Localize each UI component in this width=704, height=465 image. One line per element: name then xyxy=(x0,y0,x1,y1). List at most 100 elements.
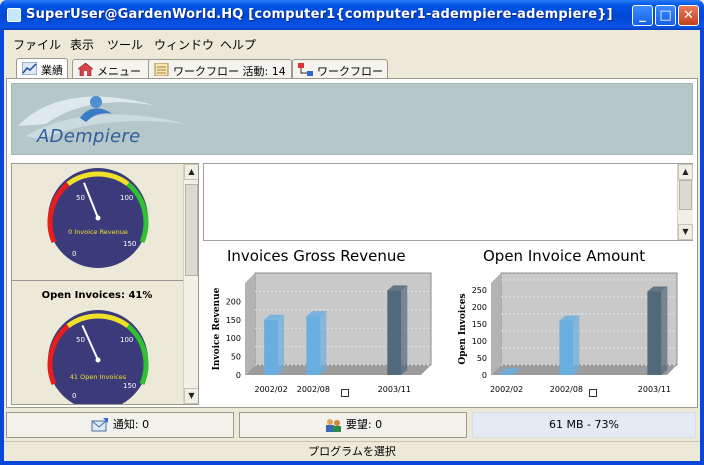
bar-front xyxy=(264,319,279,375)
menu-tools[interactable]: ツール xyxy=(107,36,143,53)
header-banner: ADempiere xyxy=(11,83,693,155)
maximize-button[interactable]: □ xyxy=(655,5,676,26)
y-axis-label: Open Invoices xyxy=(458,293,468,364)
menu-help[interactable]: ヘルプ xyxy=(220,36,256,53)
scroll-up-button[interactable]: ▲ xyxy=(184,164,198,180)
notices-button[interactable]: 通知: 0 xyxy=(6,412,234,438)
gauge-hub xyxy=(95,215,101,221)
app-icon xyxy=(7,8,21,22)
tab-menu-label: メニュー xyxy=(97,65,141,78)
gauge-tick-50: 50 xyxy=(76,194,85,202)
x-tick-label: 2002/02 xyxy=(490,385,523,394)
gauge-tick-150: 150 xyxy=(123,382,136,390)
tab-workflow-activities[interactable]: ワークフロー 活動: 14 xyxy=(148,59,292,79)
gauges-scrollbar[interactable]: ▲ ▼ xyxy=(183,164,198,404)
tab-performance[interactable]: 業績 xyxy=(16,58,68,79)
y-tick-label: 250 xyxy=(472,286,487,295)
x-tick-label: 2002/02 xyxy=(255,385,288,394)
y-tick-label: 50 xyxy=(477,354,487,363)
chart-side-wall xyxy=(491,273,501,375)
bar-front xyxy=(306,316,321,375)
title-bar[interactable]: SuperUser@GardenWorld.HQ [computer1{comp… xyxy=(0,0,704,30)
info-text-area[interactable]: ▲ ▼ xyxy=(203,163,693,241)
y-tick-label: 50 xyxy=(231,353,241,362)
y-tick-label: 200 xyxy=(472,303,487,312)
bar-front xyxy=(559,320,574,375)
gauge-tick-150: 150 xyxy=(123,240,136,248)
gauge-tick-0: 0 xyxy=(72,392,76,400)
chart-title-open-invoices: Open Invoice Amount xyxy=(483,247,646,265)
close-button[interactable]: ✕ xyxy=(678,5,699,26)
bar-side xyxy=(401,285,408,375)
scroll-thumb[interactable] xyxy=(185,184,198,276)
y-axis-label: Invoice Revenue xyxy=(212,287,222,370)
x-tick-label: 2002/08 xyxy=(297,385,330,394)
minimize-button[interactable]: _ xyxy=(632,5,653,26)
bar-side xyxy=(661,286,668,375)
bar-side xyxy=(573,315,580,375)
bar-side xyxy=(320,311,327,375)
tab-workflow-activities-label: ワークフロー 活動: 14 xyxy=(173,65,286,78)
memory-indicator: 61 MB - 73% xyxy=(472,412,696,438)
legend-swatch xyxy=(341,389,349,397)
menu-file[interactable]: ファイル xyxy=(13,36,61,53)
application-window: SuperUser@GardenWorld.HQ [computer1{comp… xyxy=(0,0,704,465)
scroll-down-button[interactable]: ▼ xyxy=(184,388,198,404)
gauge-tick-100: 100 xyxy=(120,194,133,202)
x-tick-label: 2003/11 xyxy=(378,385,411,394)
scroll-down-button[interactable]: ▼ xyxy=(678,224,693,240)
bar-front xyxy=(387,290,402,375)
bar-front xyxy=(647,291,662,375)
chart-title-revenue: Invoices Gross Revenue xyxy=(227,247,406,265)
scroll-thumb[interactable] xyxy=(679,180,692,210)
charts-area: ▲ ▼ Invoices Gross Revenue 0 50 100 150 200 I… xyxy=(203,163,693,397)
gauge-value-label: 0 Invoice Revenue xyxy=(68,228,128,236)
y-tick-label: 0 xyxy=(236,371,241,380)
chart-side-wall xyxy=(245,273,255,375)
y-tick-label: 200 xyxy=(226,297,241,306)
gauge-hub xyxy=(95,357,101,363)
gauge-tick-0: 0 xyxy=(72,250,76,258)
gauges-panel: 50 100 150 0 0 Invoice Revenue Open Invo… xyxy=(11,163,199,405)
notices-label: 通知: 0 xyxy=(112,418,150,431)
chart-icon xyxy=(22,62,37,75)
gauge-tick-50: 50 xyxy=(76,336,85,344)
y-tick-label: 0 xyxy=(482,371,487,380)
y-tick-label: 100 xyxy=(226,334,241,343)
x-tick-label: 2003/11 xyxy=(638,385,671,394)
logo-text: ADempiere xyxy=(37,126,141,147)
y-tick-label: 150 xyxy=(472,320,487,329)
requests-label: 要望: 0 xyxy=(345,418,383,431)
status-row: 通知: 0 要望: 0 61 MB - 73% xyxy=(6,412,698,438)
bar-side xyxy=(278,314,285,375)
tab-workflow[interactable]: ワークフロー xyxy=(292,59,388,79)
y-tick-label: 100 xyxy=(472,337,487,346)
open-invoices-gauge: 50 100 150 0 41 Open Invoices xyxy=(47,310,149,404)
legend-swatch xyxy=(589,389,597,397)
notice-icon xyxy=(91,418,108,432)
tab-workflow-label: ワークフロー xyxy=(317,65,383,78)
home-icon xyxy=(78,63,93,76)
menu-window[interactable]: ウィンドウ xyxy=(154,36,214,53)
invoice-revenue-gauge: 50 100 150 0 0 Invoice Revenue xyxy=(47,168,149,268)
open-invoice-amount-chart: 0 50 100 150 200 250 Open Invoices 2002/02 2002/… xyxy=(458,272,678,394)
menu-view[interactable]: 表示 xyxy=(70,36,94,53)
menu-bar: ファイル 表示 ツール ウィンドウ ヘルプ xyxy=(4,34,700,54)
invoices-gross-revenue-chart: 0 50 100 150 200 Invoice Revenue 2002/02 2002/0… xyxy=(212,272,432,394)
window-client: ファイル 表示 ツール ウィンドウ ヘルプ 業績 メニュー ワークフロー 活動:… xyxy=(4,30,700,461)
scroll-up-button[interactable]: ▲ xyxy=(678,164,693,180)
gauge-tick-100: 100 xyxy=(120,336,133,344)
tab-menu[interactable]: メニュー xyxy=(72,59,152,79)
window-title: SuperUser@GardenWorld.HQ [computer1{comp… xyxy=(26,7,613,22)
x-tick-label: 2002/08 xyxy=(550,385,583,394)
status-bar: プログラムを選択 xyxy=(4,441,700,461)
info-scrollbar[interactable]: ▲ ▼ xyxy=(677,164,693,240)
request-icon xyxy=(325,419,341,432)
bar-front xyxy=(499,373,514,375)
gauge-value-label: 41 Open Invoices xyxy=(70,373,127,381)
requests-button[interactable]: 要望: 0 xyxy=(239,412,467,438)
workflow-icon xyxy=(298,63,313,76)
tab-performance-label: 業績 xyxy=(41,64,63,77)
document-icon xyxy=(154,63,169,76)
performance-pane: ADempiere 50 100 150 0 0 Invoice Revenue xyxy=(6,78,698,408)
